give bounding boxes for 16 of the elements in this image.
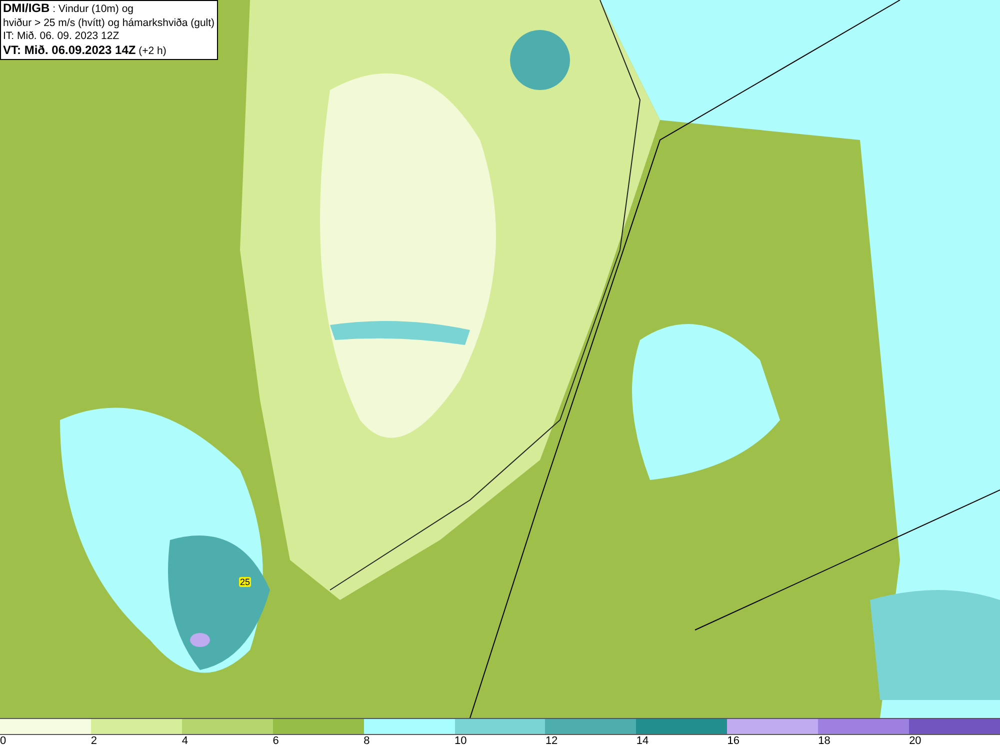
legend-label: 2 <box>90 735 98 747</box>
title-line: VT: Mið. 06.09.2023 14Z (+2 h) <box>3 44 168 58</box>
legend-label: 18 <box>818 735 830 747</box>
legend-label: 10 <box>454 735 467 747</box>
legend-label: 8 <box>364 735 370 747</box>
legend-label: 4 <box>182 735 188 747</box>
title-line: IT: Mið. 06. 09. 2023 12Z <box>3 30 120 44</box>
title-line: DMI/IGB : Vindur (10m) og <box>3 2 135 16</box>
legend-label: 14 <box>636 735 649 747</box>
legend-label: 12 <box>545 735 558 747</box>
legend-label: 6 <box>272 735 279 747</box>
title-line: hviður > 25 m/s (hvítt) og hámarkshviða (gult) <box>3 16 215 30</box>
gust-label: 25 <box>239 577 252 587</box>
legend-label: 16 <box>727 735 740 747</box>
legend-label: 0 <box>0 735 6 747</box>
legend-label: 20 <box>909 735 922 747</box>
